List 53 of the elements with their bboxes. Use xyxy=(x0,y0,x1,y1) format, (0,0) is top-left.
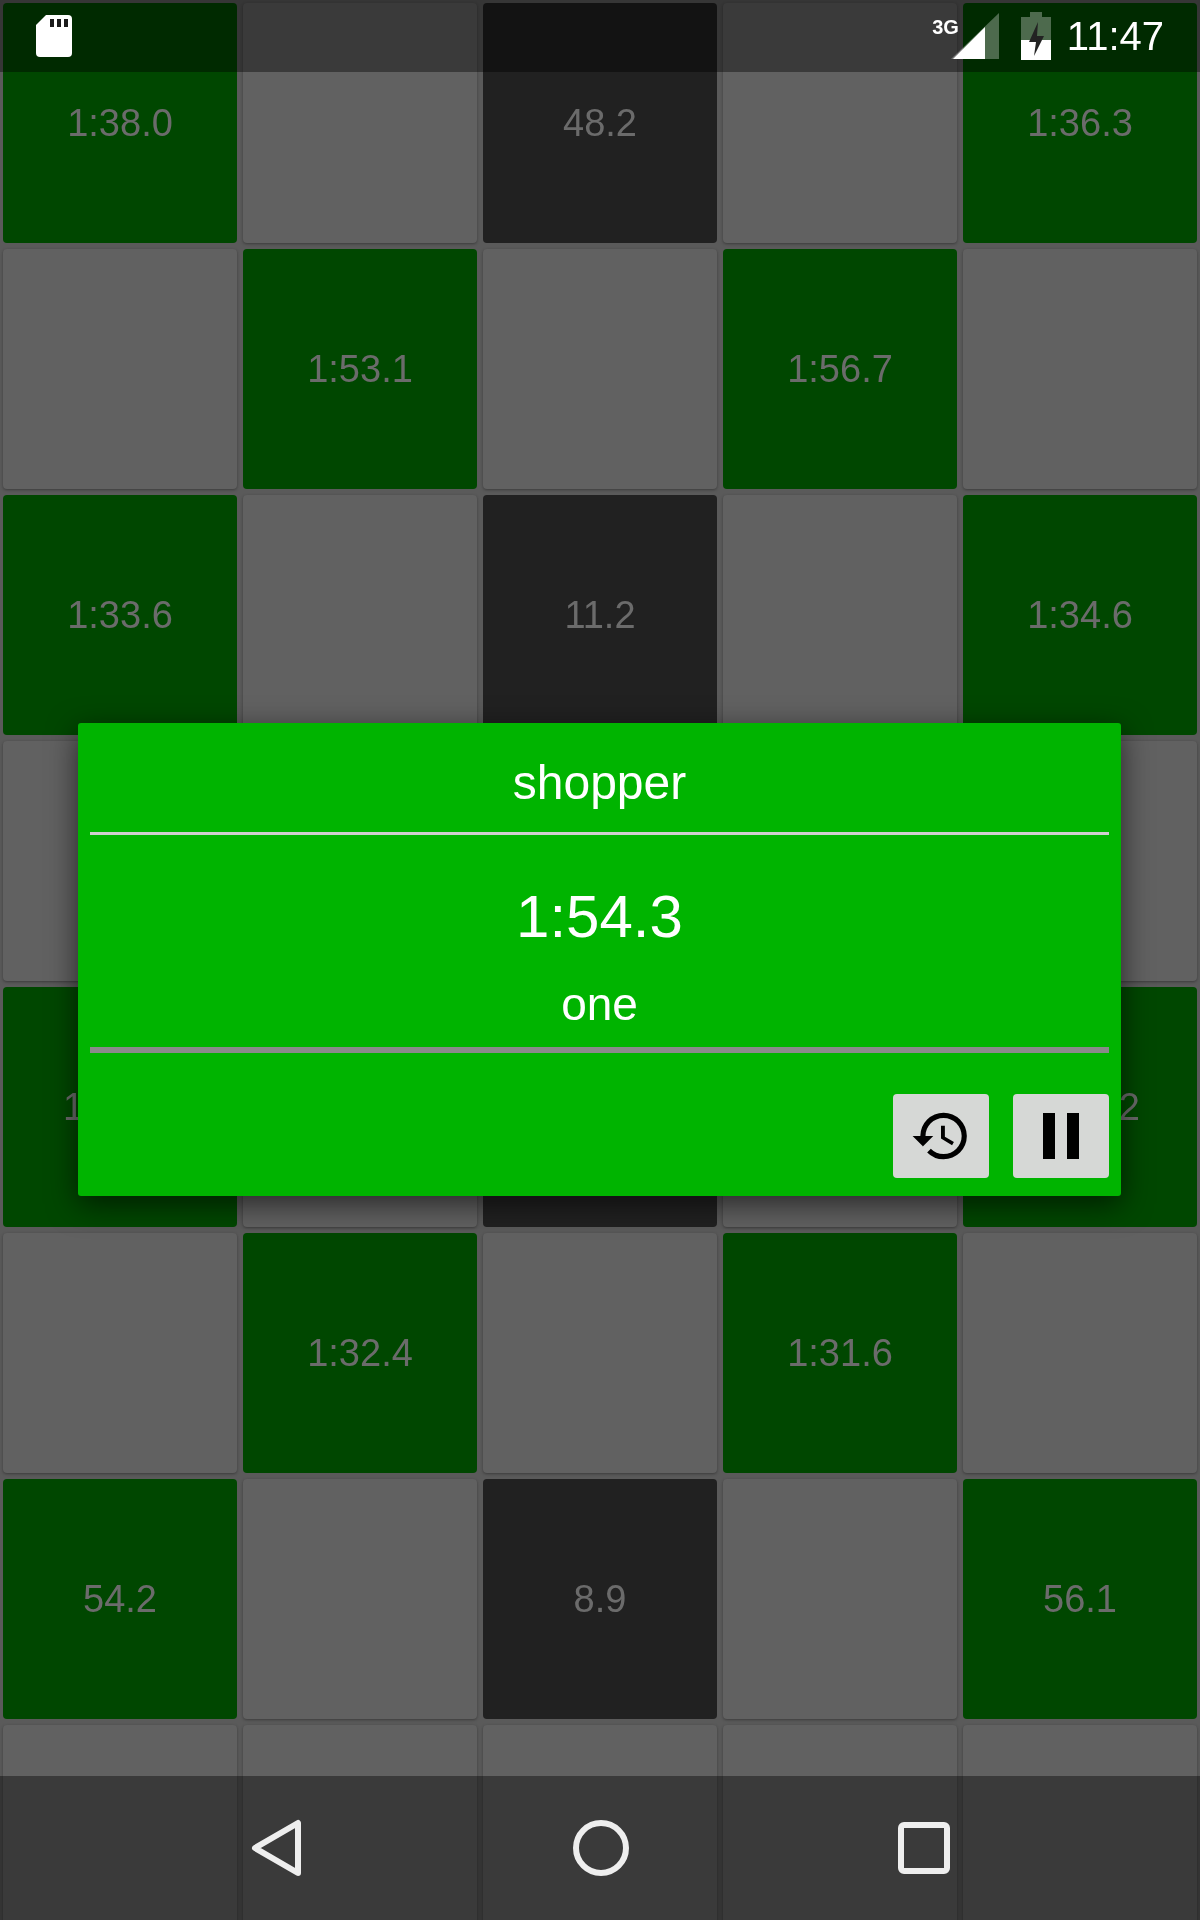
tile-time: 1:32.4 xyxy=(307,1330,413,1376)
tile-time: 54.2 xyxy=(83,1576,157,1622)
grid-tile[interactable]: 1:31.6 xyxy=(723,1233,957,1473)
grid-tile[interactable]: 1:34.6 xyxy=(963,495,1197,735)
grid-tile[interactable] xyxy=(3,1725,237,1920)
network-type: 3G xyxy=(932,15,959,40)
grid-tile[interactable] xyxy=(483,1233,717,1473)
tile-time: 11.2 xyxy=(564,592,636,638)
grid-tile[interactable] xyxy=(243,1725,477,1920)
timer-time: 1:54.3 xyxy=(515,882,684,952)
pause-icon xyxy=(1041,1113,1081,1159)
grid-tile[interactable] xyxy=(3,1233,237,1473)
grid-tile[interactable] xyxy=(243,3,477,243)
tile-time: 1:56.7 xyxy=(787,346,893,392)
grid-tile[interactable]: 1:33.6 xyxy=(3,495,237,735)
grid-tile[interactable]: 56.1 xyxy=(963,1479,1197,1719)
tile-time: 56.1 xyxy=(1043,1576,1117,1622)
tile-time: 1:33.6 xyxy=(67,592,173,638)
grid-tile[interactable] xyxy=(723,1479,957,1719)
grid-tile[interactable] xyxy=(963,249,1197,489)
back-icon xyxy=(250,1819,304,1877)
grid-tile[interactable] xyxy=(483,1725,717,1920)
grid-tile[interactable]: 1:56.7 xyxy=(723,249,957,489)
tile-time: 48.2 xyxy=(563,100,637,146)
tile-time: 1:34.6 xyxy=(1027,592,1133,638)
sd-card-icon xyxy=(36,15,72,57)
battery-charging-icon xyxy=(1020,12,1051,60)
pause-button[interactable] xyxy=(1013,1094,1109,1178)
tile-time: 1:31.6 xyxy=(787,1330,893,1376)
grid-tile[interactable] xyxy=(243,1479,477,1719)
recents-icon xyxy=(898,1822,950,1874)
tile-time: 2 xyxy=(1118,1084,1140,1130)
dialog-subtitle: one xyxy=(560,977,639,1032)
tile-time: 1:38.0 xyxy=(67,100,173,146)
history-button[interactable] xyxy=(893,1094,989,1178)
grid-tile[interactable] xyxy=(483,249,717,489)
grid-tile[interactable] xyxy=(963,1725,1197,1920)
grid-tile[interactable]: 1:32.4 xyxy=(243,1233,477,1473)
grid-tile[interactable] xyxy=(723,3,957,243)
grid-tile[interactable]: 8.9 xyxy=(483,1479,717,1719)
dialog-title: shopper xyxy=(511,754,688,811)
grid-tile[interactable] xyxy=(723,1725,957,1920)
tile-time: 1:53.1 xyxy=(307,346,413,392)
clock-time: 11:47 xyxy=(1066,13,1164,60)
grid-tile[interactable]: 54.2 xyxy=(3,1479,237,1719)
grid-tile[interactable]: 1:38.0 xyxy=(3,3,237,243)
grid-tile[interactable]: 1:53.1 xyxy=(243,249,477,489)
tile-time: 8.9 xyxy=(573,1576,627,1622)
grid-tile[interactable] xyxy=(3,249,237,489)
grid-tile[interactable]: 48.2 xyxy=(483,3,717,243)
tile-time: 1:36.3 xyxy=(1027,100,1133,146)
home-icon xyxy=(572,1819,630,1877)
grid-tile[interactable] xyxy=(963,1233,1197,1473)
